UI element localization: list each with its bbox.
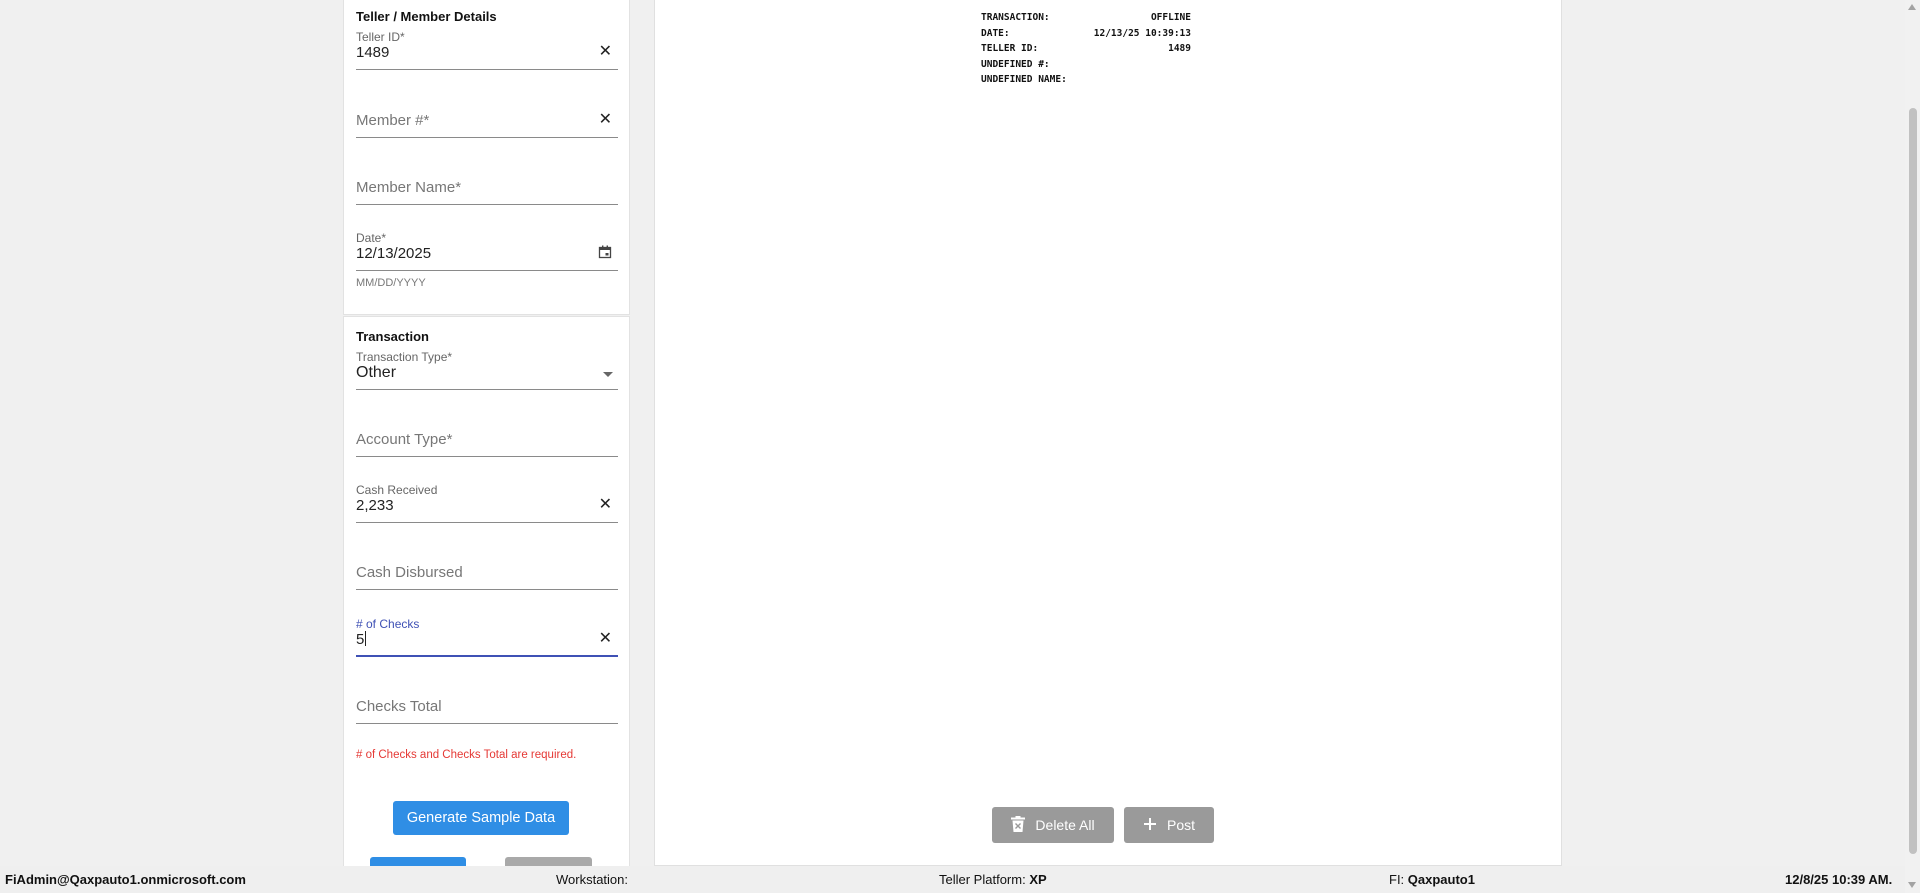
post-label: Post — [1166, 817, 1195, 833]
status-bar: FiAdmin@Qaxpauto1.onmicrosoft.com Workst… — [0, 866, 1905, 893]
cash-received-label: Cash Received — [356, 483, 438, 497]
teller-id-field[interactable]: Teller ID* 1489 ✕ — [356, 30, 618, 70]
receipt-label: TRANSACTION: — [981, 12, 1050, 23]
receipt-label: DATE: — [981, 27, 1010, 39]
plus-icon — [1143, 817, 1157, 834]
receipt-row: TRANSACTION: OFFLINE — [981, 10, 1191, 26]
transaction-type-label: Transaction Type* — [356, 350, 453, 364]
account-type-placeholder: Account Type* — [356, 431, 453, 448]
scrollbar-thumb[interactable] — [1909, 108, 1917, 854]
receipt-value: 1489 — [1168, 43, 1191, 55]
teller-member-card: Teller / Member Details Teller ID* 1489 … — [343, 0, 630, 315]
cash-received-field[interactable]: Cash Received 2,233 ✕ — [356, 483, 618, 523]
teller-section-title: Teller / Member Details — [356, 9, 497, 24]
close-icon[interactable]: ✕ — [599, 111, 612, 129]
receipt-label: TELLER ID: — [981, 43, 1039, 55]
scroll-up-arrow-icon[interactable] — [1908, 4, 1916, 10]
receipt-preview-panel: TRANSACTION: OFFLINE DATE: 12/13/25 10:39:1… — [654, 0, 1562, 866]
workstation-label: Workstation: — [556, 872, 629, 887]
checks-total-field[interactable]: Checks Total — [356, 684, 618, 724]
receipt-row: TELLER ID: 1489 — [981, 41, 1191, 57]
receipt-row: DATE: 12/13/25 10:39:13 — [981, 26, 1191, 42]
transaction-section-title: Transaction — [356, 329, 429, 344]
trash-icon — [1011, 815, 1026, 835]
calendar-icon[interactable] — [598, 245, 612, 264]
teller-id-value: 1489 — [356, 44, 390, 61]
account-type-field[interactable]: Account Type* — [356, 417, 618, 457]
num-checks-value: 5 — [356, 631, 367, 648]
checks-total-placeholder: Checks Total — [356, 698, 442, 715]
status-datetime: 12/8/25 10:39 AM. — [1785, 872, 1893, 887]
transaction-type-select[interactable]: Transaction Type* Other — [356, 350, 618, 390]
receipt-label: UNDEFINED NAME: — [981, 74, 1067, 86]
receipt-label: UNDEFINED #: — [981, 58, 1050, 70]
num-checks-field[interactable]: # of Checks 5 ✕ — [356, 617, 618, 657]
post-button[interactable]: Post — [1124, 807, 1214, 843]
page-scrollbar[interactable] — [1905, 0, 1920, 893]
partial-secondary-button[interactable] — [505, 857, 592, 866]
cash-disbursed-placeholder: Cash Disbursed — [356, 564, 463, 581]
close-icon[interactable]: ✕ — [599, 630, 612, 648]
member-number-field[interactable]: Member #* ✕ — [356, 98, 618, 138]
member-name-field[interactable]: Member Name* — [356, 165, 618, 205]
teller-id-label: Teller ID* — [356, 30, 405, 44]
member-name-placeholder: Member Name* — [356, 179, 462, 196]
receipt-row: UNDEFINED #: — [981, 57, 1191, 73]
partial-primary-button[interactable] — [370, 857, 466, 866]
user-email: FiAdmin@Qaxpauto1.onmicrosoft.com — [5, 872, 246, 887]
left-form-panel: Teller / Member Details Teller ID* 1489 … — [343, 0, 630, 866]
cash-received-value: 2,233 — [356, 497, 394, 514]
generate-sample-data-button[interactable]: Generate Sample Data — [393, 801, 569, 835]
close-icon[interactable]: ✕ — [599, 496, 612, 514]
dropdown-arrow-icon[interactable] — [603, 372, 613, 377]
delete-all-button[interactable]: Delete All — [992, 807, 1114, 843]
receipt-value: 12/13/25 10:39:13 — [1093, 27, 1191, 39]
fi-name: FI: Qaxpauto1 — [1389, 872, 1475, 887]
date-field[interactable]: Date* 12/13/2025 — [356, 231, 618, 271]
teller-platform: Teller Platform: XP — [939, 872, 1047, 887]
cash-disbursed-field[interactable]: Cash Disbursed — [356, 550, 618, 590]
transaction-card: Transaction Transaction Type* Other Acco… — [343, 316, 630, 866]
date-value: 12/13/2025 — [356, 245, 432, 262]
receipt-value: OFFLINE — [1150, 12, 1191, 23]
close-icon[interactable]: ✕ — [599, 43, 612, 61]
receipt-row: UNDEFINED NAME: — [981, 72, 1191, 88]
delete-all-label: Delete All — [1035, 817, 1095, 833]
num-checks-label: # of Checks — [356, 617, 420, 631]
receipt-text: TRANSACTION: OFFLINE DATE: 12/13/25 10:39:1… — [981, 10, 1191, 88]
validation-error: # of Checks and Checks Total are require… — [356, 749, 577, 761]
transaction-type-value: Other — [356, 364, 397, 381]
date-format-hint: MM/DD/YYYY — [356, 277, 426, 289]
date-label: Date* — [356, 231, 387, 245]
member-number-placeholder: Member #* — [356, 112, 430, 129]
scroll-down-arrow-icon[interactable] — [1908, 882, 1916, 888]
text-cursor — [365, 631, 367, 646]
